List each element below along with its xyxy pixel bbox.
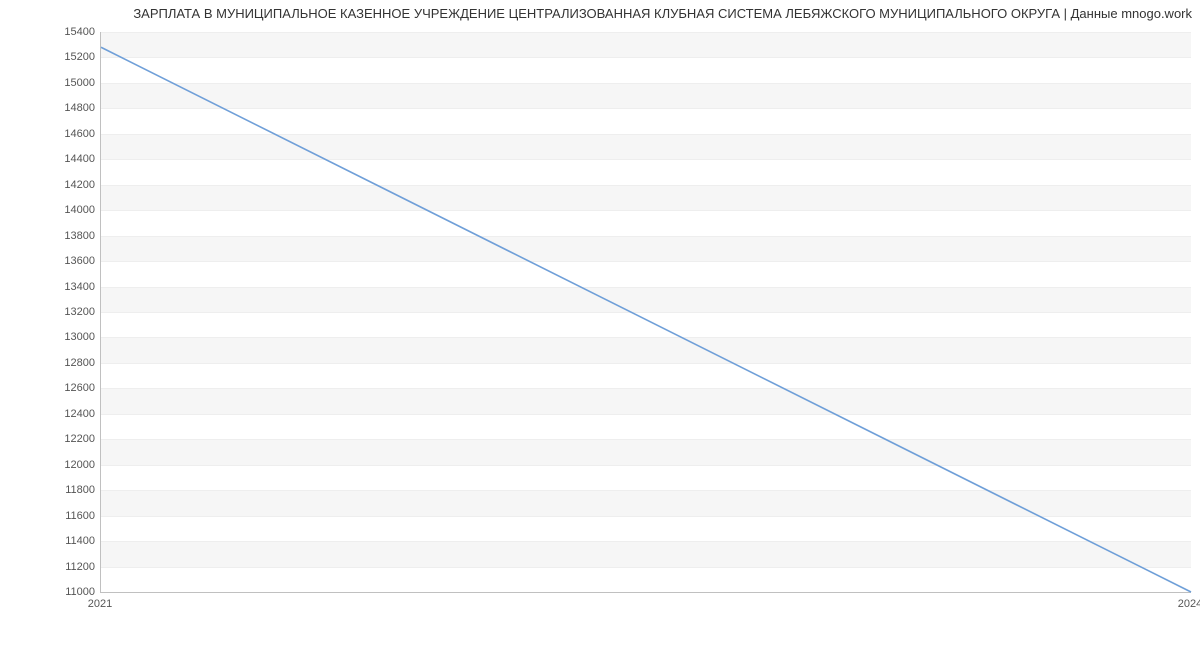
y-tick-label: 13400 xyxy=(64,281,95,293)
y-tick-label: 12400 xyxy=(64,408,95,420)
series-line xyxy=(101,47,1191,592)
y-tick-label: 11600 xyxy=(65,510,95,522)
y-axis-ticks: 1100011200114001160011800120001220012400… xyxy=(0,32,95,592)
y-tick-label: 15000 xyxy=(64,77,95,89)
y-tick-label: 12000 xyxy=(64,459,95,471)
y-tick-label: 11000 xyxy=(65,586,95,598)
y-tick-label: 14600 xyxy=(64,128,95,140)
y-tick-label: 11200 xyxy=(65,561,95,573)
y-tick-label: 13800 xyxy=(64,230,95,242)
y-tick-label: 12800 xyxy=(64,357,95,369)
y-tick-label: 13000 xyxy=(64,331,95,343)
x-axis-ticks: 20212024 xyxy=(100,594,1190,614)
chart-title: ЗАРПЛАТА В МУНИЦИПАЛЬНОЕ КАЗЕННОЕ УЧРЕЖД… xyxy=(8,6,1192,21)
y-tick-label: 12600 xyxy=(64,382,95,394)
y-tick-label: 12200 xyxy=(64,433,95,445)
y-tick-label: 15200 xyxy=(64,51,95,63)
y-tick-label: 14200 xyxy=(64,179,95,191)
y-tick-label: 14000 xyxy=(64,204,95,216)
y-tick-label: 13200 xyxy=(64,306,95,318)
y-tick-label: 14400 xyxy=(64,153,95,165)
y-tick-label: 13600 xyxy=(64,255,95,267)
plot-area xyxy=(100,32,1191,593)
y-tick-label: 11800 xyxy=(65,484,95,496)
y-tick-label: 15400 xyxy=(64,26,95,38)
chart-container: ЗАРПЛАТА В МУНИЦИПАЛЬНОЕ КАЗЕННОЕ УЧРЕЖД… xyxy=(0,0,1200,650)
x-tick-label: 2021 xyxy=(88,598,112,610)
line-series xyxy=(101,32,1191,592)
x-tick-label: 2024 xyxy=(1178,598,1200,610)
y-tick-label: 14800 xyxy=(64,102,95,114)
y-tick-label: 11400 xyxy=(65,535,95,547)
